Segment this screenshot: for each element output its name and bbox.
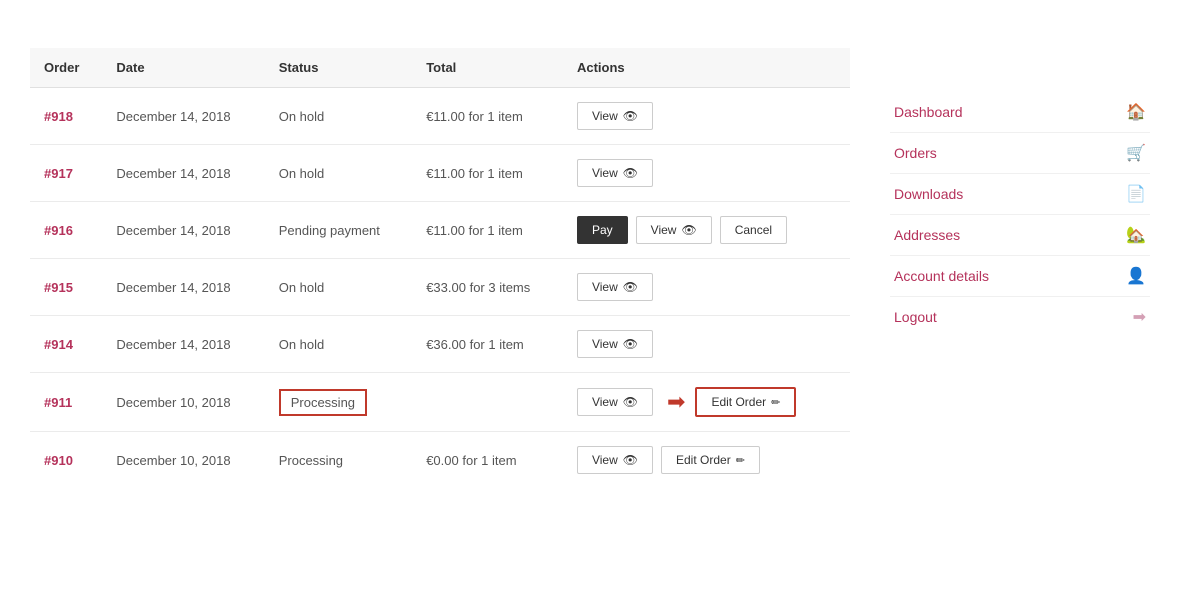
order-number[interactable]: #911	[30, 373, 102, 432]
order-actions: View	[563, 88, 850, 145]
order-number[interactable]: #918	[30, 88, 102, 145]
eye-icon	[623, 280, 638, 294]
order-date: December 10, 2018	[102, 373, 264, 432]
sidebar-item-label: Account details	[894, 268, 989, 284]
order-total: €33.00 for 3 items	[412, 259, 563, 316]
col-order: Order	[30, 48, 102, 88]
col-status: Status	[265, 48, 412, 88]
order-status: On hold	[265, 88, 412, 145]
eye-icon	[623, 109, 638, 123]
order-date: December 14, 2018	[102, 316, 264, 373]
eye-icon	[623, 453, 638, 467]
view-button[interactable]: View	[636, 216, 712, 244]
order-actions: View	[563, 145, 850, 202]
view-button[interactable]: View	[577, 446, 653, 474]
order-number[interactable]: #914	[30, 316, 102, 373]
order-number[interactable]: #910	[30, 432, 102, 489]
page-wrapper: Order Date Status Total Actions #918Dece…	[0, 0, 1180, 512]
order-status: Processing	[265, 373, 412, 432]
order-date: December 10, 2018	[102, 432, 264, 489]
sidebar-item-label: Addresses	[894, 227, 960, 243]
table-row: #917December 14, 2018On hold€11.00 for 1…	[30, 145, 850, 202]
sidebar-item-orders[interactable]: Orders 🛒	[890, 133, 1150, 174]
order-number[interactable]: #915	[30, 259, 102, 316]
sidebar-item-label: Dashboard	[894, 104, 963, 120]
eye-icon	[623, 166, 638, 180]
order-date: December 14, 2018	[102, 259, 264, 316]
sidebar-item-label: Orders	[894, 145, 937, 161]
col-total: Total	[412, 48, 563, 88]
sidebar-item-dashboard[interactable]: Dashboard 🏠	[890, 92, 1150, 133]
pay-button[interactable]: Pay	[577, 216, 628, 244]
order-status: On hold	[265, 316, 412, 373]
view-button[interactable]: View	[577, 102, 653, 130]
arrow-indicator: ➡	[667, 389, 685, 415]
sidebar-item-icon: 🏡	[1126, 225, 1146, 245]
order-total	[412, 373, 563, 432]
view-button[interactable]: View	[577, 273, 653, 301]
table-row: #914December 14, 2018On hold€36.00 for 1…	[30, 316, 850, 373]
edit-icon	[771, 395, 780, 409]
eye-icon	[681, 223, 696, 237]
sidebar-item-icon: ➡	[1133, 307, 1146, 327]
order-actions: View Edit Order	[563, 432, 850, 489]
table-body: #918December 14, 2018On hold€11.00 for 1…	[30, 88, 850, 489]
order-date: December 14, 2018	[102, 202, 264, 259]
table-row: #915December 14, 2018On hold€33.00 for 3…	[30, 259, 850, 316]
sidebar-item-downloads[interactable]: Downloads 📄	[890, 174, 1150, 215]
order-total: €0.00 for 1 item	[412, 432, 563, 489]
table-row: #911December 10, 2018Processing View ➡ Edi…	[30, 373, 850, 432]
table-row: #910December 10, 2018Processing€0.00 for…	[30, 432, 850, 489]
order-number[interactable]: #916	[30, 202, 102, 259]
table-row: #918December 14, 2018On hold€11.00 for 1…	[30, 88, 850, 145]
order-actions: View	[563, 316, 850, 373]
order-number[interactable]: #917	[30, 145, 102, 202]
order-status: On hold	[265, 259, 412, 316]
order-status: Pending payment	[265, 202, 412, 259]
eye-icon	[623, 337, 638, 351]
edit-icon	[736, 453, 745, 467]
order-total: €36.00 for 1 item	[412, 316, 563, 373]
col-actions: Actions	[563, 48, 850, 88]
sidebar-item-account-details[interactable]: Account details 👤	[890, 256, 1150, 297]
sidebar-item-label: Logout	[894, 309, 937, 325]
view-button[interactable]: View	[577, 159, 653, 187]
table-row: #916December 14, 2018Pending payment€11.…	[30, 202, 850, 259]
sidebar-item-icon: 👤	[1126, 266, 1146, 286]
sidebar-item-icon: 🛒	[1126, 143, 1146, 163]
order-status: Processing	[265, 432, 412, 489]
sidebar-nav: Dashboard 🏠 Orders 🛒 Downloads 📄 Addresses 🏡 Acc…	[890, 92, 1150, 337]
sidebar-item-logout[interactable]: Logout ➡	[890, 297, 1150, 337]
sidebar-item-addresses[interactable]: Addresses 🏡	[890, 215, 1150, 256]
order-date: December 14, 2018	[102, 145, 264, 202]
order-total: €11.00 for 1 item	[412, 88, 563, 145]
order-actions: View ➡ Edit Order	[563, 373, 850, 432]
col-date: Date	[102, 48, 264, 88]
order-status: On hold	[265, 145, 412, 202]
order-total: €11.00 for 1 item	[412, 202, 563, 259]
order-date: December 14, 2018	[102, 88, 264, 145]
order-total: €11.00 for 1 item	[412, 145, 563, 202]
order-actions: Pay View Cancel	[563, 202, 850, 259]
view-button[interactable]: View	[577, 330, 653, 358]
cancel-button[interactable]: Cancel	[720, 216, 787, 244]
sidebar-item-icon: 🏠	[1126, 102, 1146, 122]
sidebar: Dashboard 🏠 Orders 🛒 Downloads 📄 Addresses 🏡 Acc…	[890, 24, 1150, 488]
table-header: Order Date Status Total Actions	[30, 48, 850, 88]
eye-icon	[623, 395, 638, 409]
order-actions: View	[563, 259, 850, 316]
main-content: Order Date Status Total Actions #918Dece…	[30, 24, 850, 488]
view-button[interactable]: View	[577, 388, 653, 416]
edit-order-button[interactable]: Edit Order	[695, 387, 796, 417]
edit-order-button[interactable]: Edit Order	[661, 446, 760, 474]
sidebar-item-label: Downloads	[894, 186, 963, 202]
orders-table: Order Date Status Total Actions #918Dece…	[30, 48, 850, 488]
sidebar-item-icon: 📄	[1126, 184, 1146, 204]
